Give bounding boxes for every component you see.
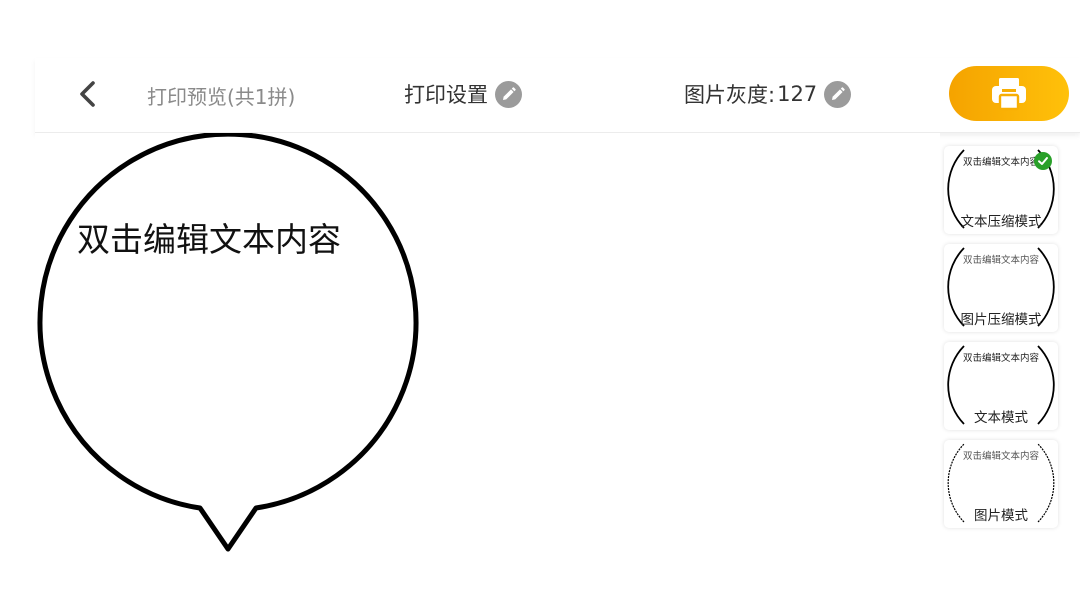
mode-label: 图片压缩模式	[960, 312, 1042, 328]
mode-card-image-compress[interactable]: 双击编辑文本内容 图片压缩模式	[944, 244, 1058, 332]
mode-card-text-compress[interactable]: 双击编辑文本内容 文本压缩模式	[944, 146, 1058, 234]
speech-bubble-shape[interactable]	[35, 133, 435, 553]
mode-card-text[interactable]: 双击编辑文本内容 文本模式	[944, 342, 1058, 430]
pencil-icon	[495, 80, 522, 108]
print-preview-canvas[interactable]: 双击编辑文本内容	[35, 133, 940, 553]
mode-label: 图片模式	[974, 508, 1028, 524]
mode-label: 文本模式	[974, 410, 1028, 426]
preview-title: 打印预览(共1拼)	[147, 85, 296, 109]
pencil-icon	[824, 80, 852, 108]
mode-sample-text: 双击编辑文本内容	[962, 353, 1039, 364]
mode-sample-text: 双击编辑文本内容	[962, 451, 1039, 462]
print-button[interactable]	[949, 66, 1069, 121]
mode-card-image[interactable]: 双击编辑文本内容 图片模式	[944, 440, 1058, 528]
mode-sample-text: 双击编辑文本内容	[962, 255, 1039, 266]
chevron-left-icon	[80, 81, 95, 107]
gray-level-value: 127	[777, 82, 818, 106]
print-mode-list: 双击编辑文本内容 文本压缩模式 双击编辑文本内容 图片压缩模式 双击编辑文本内容…	[944, 146, 1060, 538]
printer-icon	[992, 77, 1026, 110]
gray-level-setting[interactable]: 图片灰度: 127	[684, 78, 852, 110]
mode-label: 文本压缩模式	[960, 214, 1042, 230]
top-toolbar: 打印预览(共1拼) 打印设置 图片灰度: 127	[35, 58, 1080, 133]
gray-level-label: 图片灰度:	[684, 83, 776, 107]
status-bar-area	[0, 0, 1080, 58]
check-circle-icon	[1034, 152, 1052, 170]
back-button[interactable]	[73, 78, 105, 110]
print-settings-button[interactable]: 打印设置	[404, 78, 522, 110]
bubble-text[interactable]: 双击编辑文本内容	[77, 213, 341, 261]
print-settings-label: 打印设置	[404, 83, 488, 107]
